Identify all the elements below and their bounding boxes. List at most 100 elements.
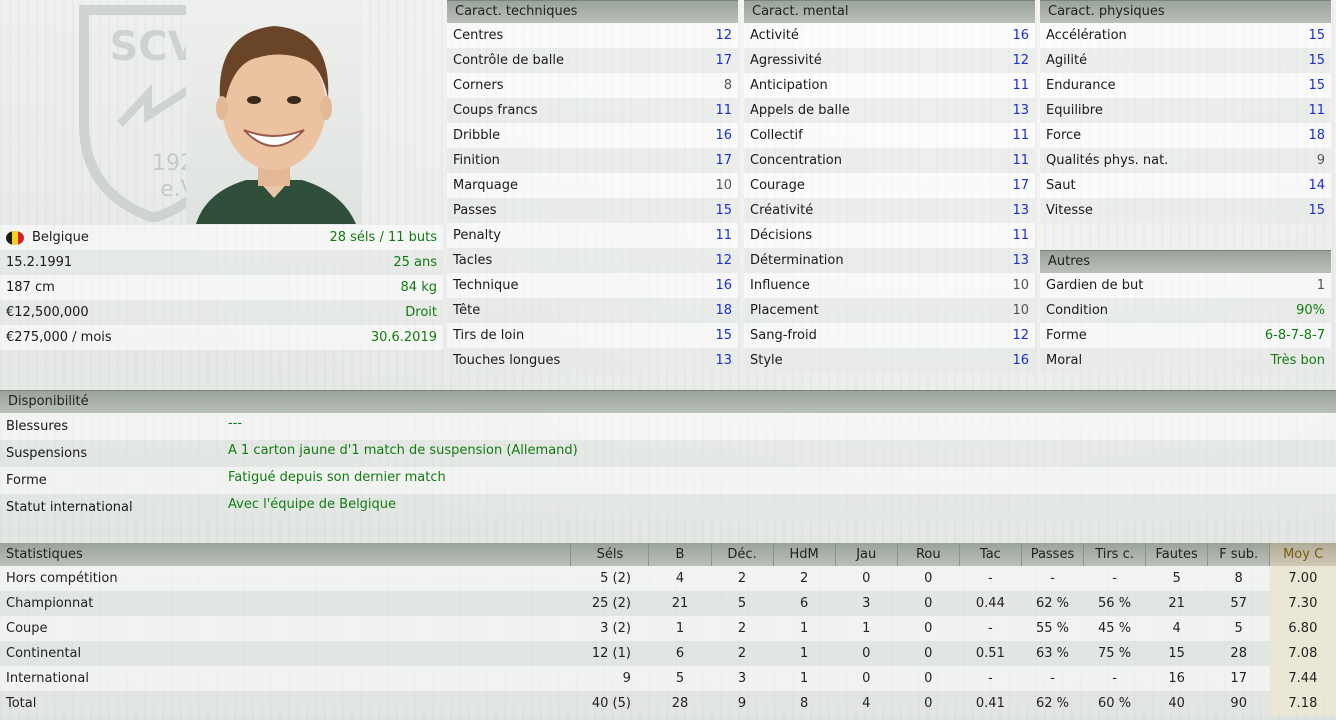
attribute-row: Penalty 11 [447,223,738,248]
attribute-value: 11 [715,228,732,243]
stats-column-header[interactable]: B [648,543,712,566]
attribute-row: Qualités phys. nat. 9 [1040,148,1331,173]
stats-cell: 63 % [1021,641,1084,666]
stats-column-header[interactable]: Séls [570,543,649,566]
mental-rows: Activité 16 Agressivité 12 Anticipation 11 App… [744,23,1035,373]
attribute-label: Corners [453,78,504,93]
availability-row: Suspensions A 1 carton jaune d'1 match de… [0,440,1336,467]
stats-cell: 0 [897,641,960,666]
attribute-value: 16 [715,128,732,143]
stats-cell: 3 [711,666,774,691]
stats-cell: 5 [648,666,712,691]
attribute-row: Style 16 [744,348,1035,373]
stats-column-header[interactable]: Tac [958,543,1022,566]
stats-cell: - [1021,666,1084,691]
stats-cell: 0.51 [959,641,1022,666]
attribute-row: Influence 10 [744,273,1035,298]
stats-cell: - [1083,566,1146,591]
age: 25 ans [393,255,437,270]
stats-row: International 9 5 3 1 0 0- - -16 17 7.44 [0,666,1336,691]
attribute-row: Vitesse 15 [1040,198,1331,223]
stats-cell: 1 [773,616,836,641]
bio-panel: Belgique 28 séls / 11 buts 15.2.1991 25 … [0,225,443,350]
attribute-label: Equilibre [1046,103,1103,118]
caps: 28 séls / 11 buts [329,230,437,245]
stats-cell: 3 [835,591,898,616]
attribute-value: 18 [715,303,732,318]
attribute-label: Appels de balle [750,103,850,118]
stats-cell: 40 [1145,691,1208,716]
stats-cell: 8 [773,691,836,716]
attribute-value: 11 [1012,78,1029,93]
stats-column-header[interactable]: Moy C [1269,543,1336,566]
stats-cell: 2 [711,641,774,666]
attribute-row: Activité 16 [744,23,1035,48]
attribute-label: Collectif [750,128,803,143]
attribute-value: 14 [1308,178,1325,193]
attribute-row: Condition 90% [1040,298,1331,323]
height: 187 cm [6,280,55,295]
attribute-value: 15 [1308,28,1325,43]
attribute-row: Agressivité 12 [744,48,1035,73]
attribute-label: Accélération [1046,28,1127,43]
availability-value: A 1 carton jaune d'1 match de suspension… [228,443,578,458]
stats-column-header[interactable]: F sub. [1207,543,1270,566]
attribute-row: Tête 18 [447,298,738,323]
stats-column-header[interactable]: Passes [1020,543,1084,566]
birthdate: 15.2.1991 [6,255,73,270]
attribute-row: Appels de balle 13 [744,98,1035,123]
stats-column-header[interactable]: Statistiques [0,543,571,566]
attribute-label: Dribble [453,128,501,143]
attribute-label: Force [1046,128,1082,143]
stats-column-header[interactable]: Déc. [710,543,774,566]
attribute-value: 16 [1012,353,1029,368]
attribute-row: Collectif 11 [744,123,1035,148]
attribute-row: Détermination 13 [744,248,1035,273]
attribute-row: Créativité 13 [744,198,1035,223]
attribute-label: Contrôle de balle [453,53,564,68]
stats-row: Hors compétition 5 (2) 4 2 2 0 0- - -5 8 7.00 [0,566,1336,591]
stats-cell: 90 [1207,691,1270,716]
availability-label: Blessures [6,419,69,434]
stats-cell: 0 [897,666,960,691]
stats-column-header[interactable]: Rou [896,543,960,566]
stats-cell: - [1021,566,1084,591]
attribute-label: Forme [1046,328,1087,343]
attribute-row: Tirs de loin 15 [447,323,738,348]
stats-row: Championnat 25 (2) 21 5 6 3 0 0.44 62 % 56 % 21 57 7… [0,591,1336,616]
attribute-value: 16 [715,278,732,293]
attribute-value: 12 [1012,53,1029,68]
attribute-row: Centres 12 [447,23,738,48]
attribute-value: 10 [1012,278,1029,293]
stats-cell: 62 % [1021,691,1084,716]
stats-cell: 1 [773,641,836,666]
stats-cell: 4 [835,691,898,716]
attribute-label: Sang-froid [750,328,817,343]
stats-cell: 15 [1145,641,1208,666]
attribute-row: Endurance 15 [1040,73,1331,98]
stats-cell: 57 [1207,591,1270,616]
stats-column-header[interactable]: Tirs c. [1082,543,1146,566]
stats-cell: 9 [711,691,774,716]
stats-cell: 28 [648,691,712,716]
attribute-label: Créativité [750,203,814,218]
attribute-value: 13 [1012,103,1029,118]
stats-column-header[interactable]: HdM [772,543,836,566]
stats-cell: Hors compétition [0,566,571,591]
stats-column-header[interactable]: Jau [834,543,898,566]
attribute-value: 18 [1308,128,1325,143]
statistics-panel: Statistiques Séls B Déc. HdM Jau Rou Tac Passes T… [0,543,1336,716]
stats-cell: 7.00 [1269,566,1336,591]
availability-row: Forme Fatigué depuis son dernier match [0,467,1336,494]
stats-cell: 0 [897,591,960,616]
bio-row-value: €12,500,000 Droit [0,300,443,325]
attribute-label: Marquage [453,178,519,193]
stats-cell: 45 % [1083,616,1146,641]
attribute-row: Contrôle de balle 17 [447,48,738,73]
stats-column-header[interactable]: Fautes [1145,543,1208,566]
bio-row-birth: 15.2.1991 25 ans [0,250,443,275]
stats-cell: - [959,666,1022,691]
stats-cell: 60 % [1083,691,1146,716]
attribute-value: 16 [1012,28,1029,43]
stats-cell: 16 [1145,666,1208,691]
